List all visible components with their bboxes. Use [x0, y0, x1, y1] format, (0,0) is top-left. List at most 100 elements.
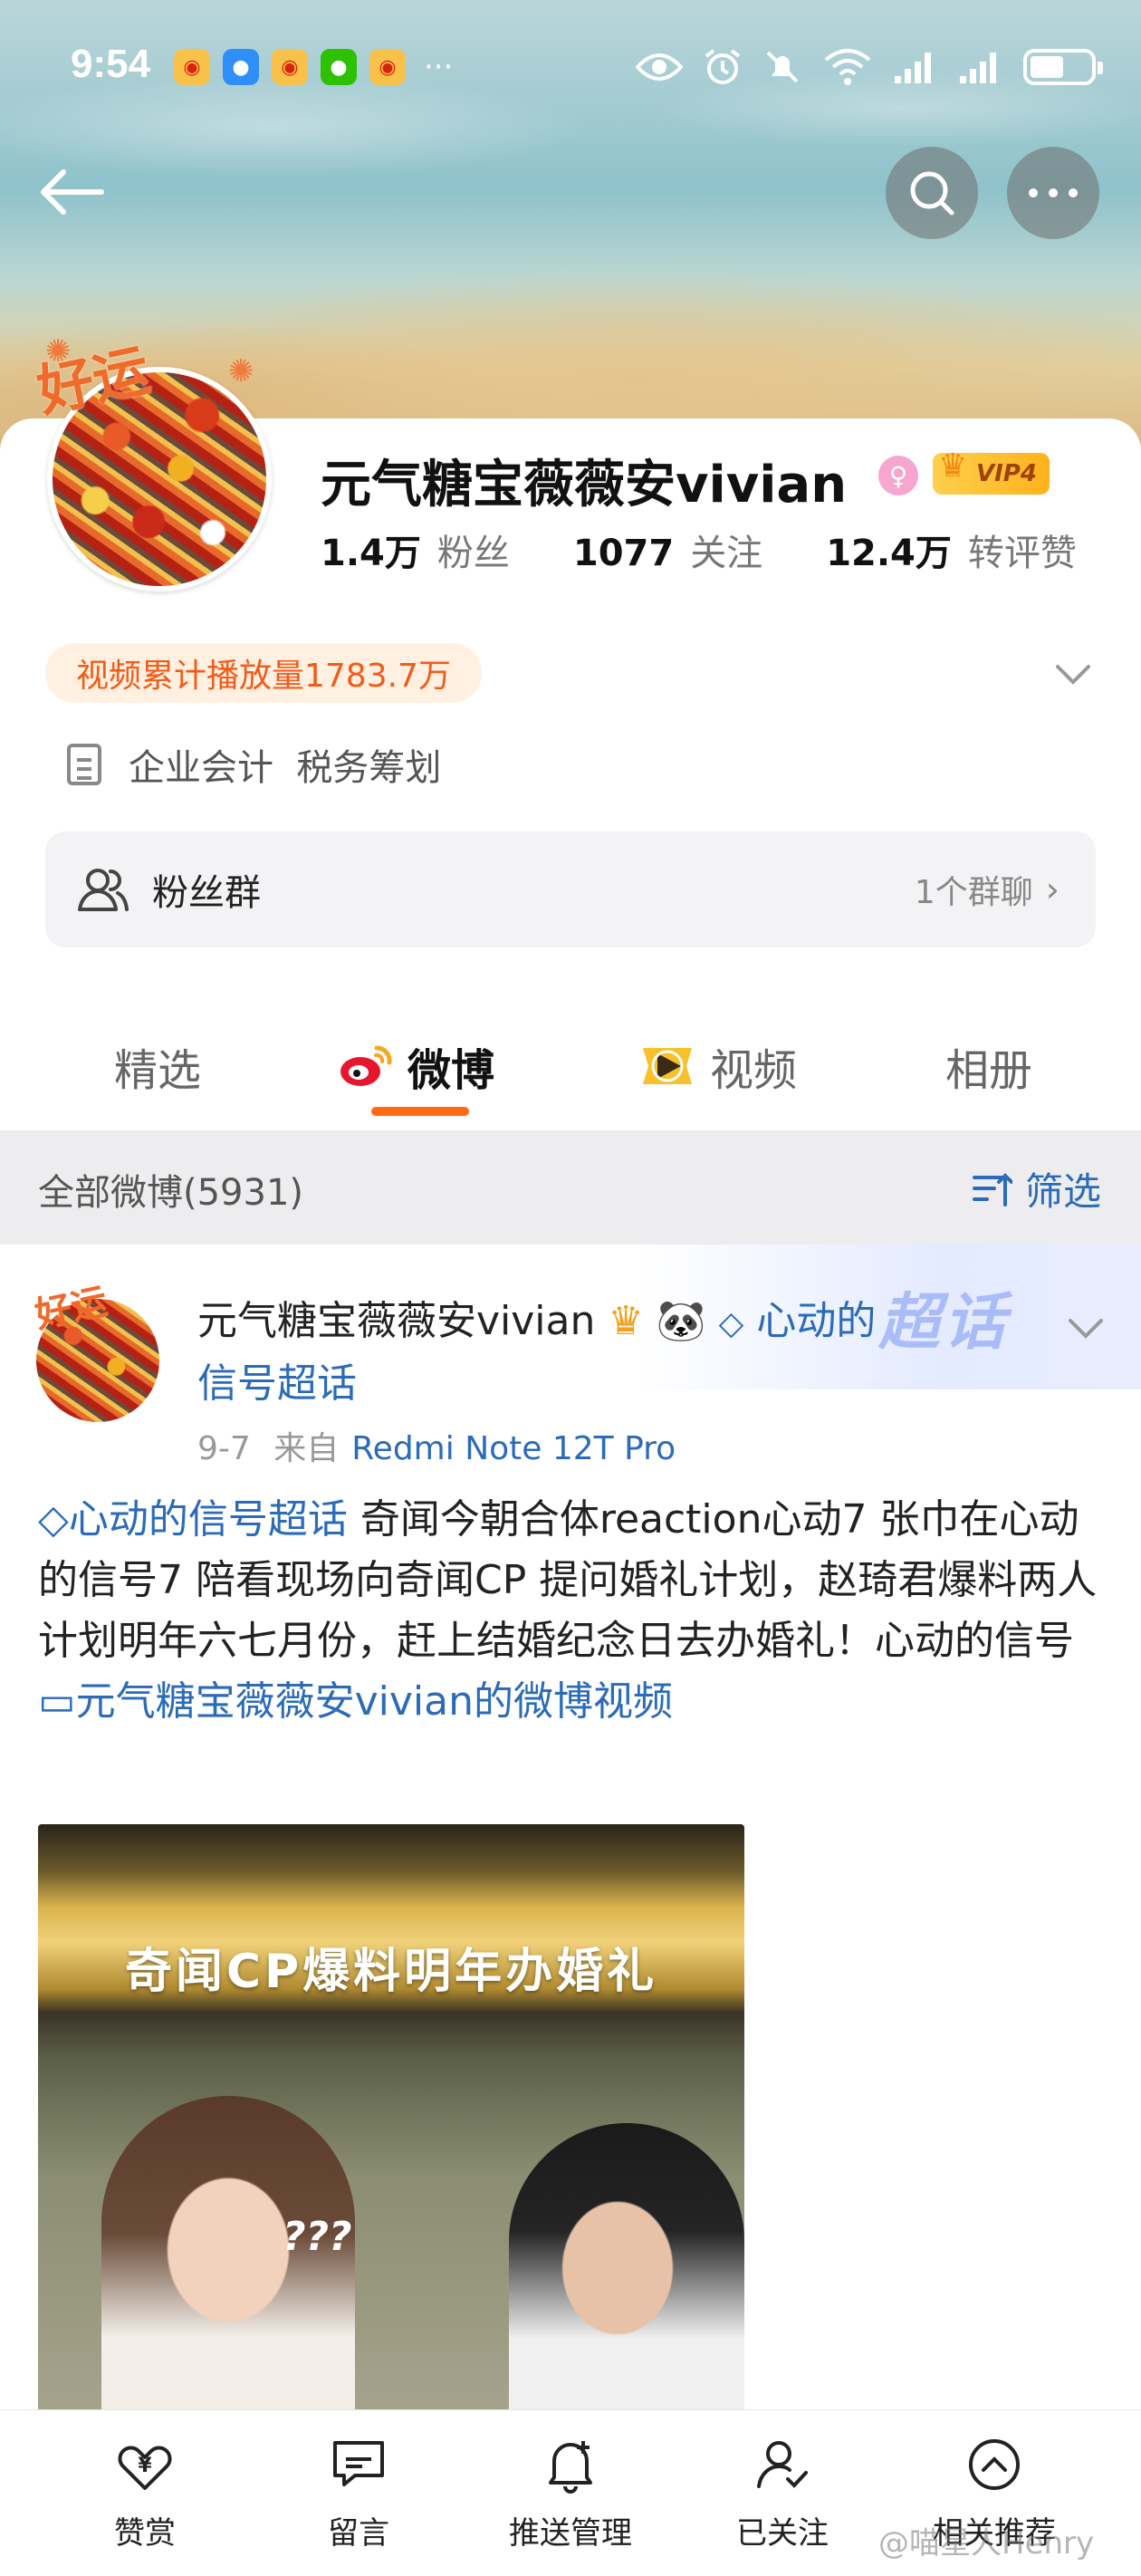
stat-interactions[interactable]: 12.4万 转评赞 — [826, 524, 1077, 576]
status-time: 9:54 — [71, 42, 151, 86]
wechat-notification-icon: ● — [321, 49, 357, 85]
stat-value: 12.4万 — [826, 533, 952, 574]
female-icon: ♀ — [878, 456, 918, 495]
more-notifications-icon: ··· — [424, 49, 454, 85]
all-posts-count: 全部微博(5931) — [38, 1172, 304, 1214]
group-icon — [78, 869, 129, 911]
profile-name: 元气糖宝薇薇安vivian — [321, 456, 848, 514]
weibo-logo-icon — [340, 1045, 392, 1086]
fan-group-count: 1个群聊 › — [915, 866, 1060, 913]
vip-badge[interactable]: ♛ VIP4 — [933, 447, 1050, 495]
stat-value: 1.4万 — [321, 533, 421, 574]
post-author-line: 元气糖宝薇薇安vivian ♛ 🐼 ◇ 心动的 信号超话 — [197, 1292, 994, 1414]
status-bar: 9:54 ◉ ● ◉ ● ◉ ··· — [0, 36, 1141, 109]
business-info: 企业会计 税务筹划 — [67, 738, 441, 791]
post-video-thumbnail[interactable]: 奇闻CP爆料明年办婚礼 ??? — [38, 1824, 744, 2413]
chevron-down-icon — [1069, 1319, 1103, 1339]
video-plays-pill[interactable]: 视频累计播放量1783.7万 — [45, 643, 482, 703]
vip-level: VIP4 — [976, 460, 1037, 487]
stat-label: 关注 — [690, 533, 763, 574]
post-source[interactable]: Redmi Note 12T Pro — [351, 1430, 676, 1467]
reward-label: 赞赏 — [114, 2515, 176, 2552]
comment-label: 留言 — [328, 2515, 389, 2552]
filter-icon — [972, 1172, 1012, 1206]
post-topic-link-2[interactable]: 信号超话 — [197, 1360, 357, 1407]
message-icon — [333, 2441, 384, 2486]
tab-label: 相册 — [945, 1045, 1033, 1096]
more-icon — [1029, 188, 1078, 197]
user-check-icon — [757, 2441, 808, 2488]
tab-album[interactable]: 相册 — [945, 1034, 1032, 1098]
business-text: 企业会计 税务筹划 — [129, 747, 442, 789]
following-button[interactable]: 已关注 — [692, 2436, 873, 2552]
fan-group-count-text: 1个群聊 — [914, 874, 1033, 911]
bell-plus-icon — [549, 2441, 592, 2494]
video-question-marks: ??? — [283, 2214, 352, 2260]
signal-icon — [960, 53, 996, 83]
fan-group-row[interactable]: 粉丝群 1个群聊 › — [45, 831, 1096, 947]
watermark: @喵星人Henry — [878, 2525, 1095, 2562]
post-menu-button[interactable] — [1065, 1308, 1107, 1350]
document-icon — [67, 744, 101, 785]
svg-text:¥: ¥ — [138, 2455, 152, 2477]
alarm-icon — [705, 49, 741, 84]
battery-icon — [1023, 49, 1103, 85]
posts-section-bar: 全部微博(5931) 筛选 — [0, 1130, 1141, 1245]
notification-icons: ◉ ● ◉ ● ◉ ··· — [174, 49, 453, 85]
more-button[interactable] — [1007, 147, 1099, 239]
back-button[interactable] — [36, 165, 109, 219]
stat-value: 1077 — [572, 533, 675, 574]
tab-featured[interactable]: 精选 — [114, 1034, 201, 1098]
panda-icon: 🐼 — [656, 1298, 706, 1344]
fan-group-label: 粉丝群 — [152, 872, 261, 914]
tab-video[interactable]: 视频 — [638, 1034, 797, 1098]
weibo-profile-page: 9:54 ◉ ● ◉ ● ◉ ··· 好运 ✺ ✺ 元气糖宝薇薇安vivian … — [0, 0, 1141, 2576]
video-caption: 奇闻CP爆料明年办婚礼 — [124, 1945, 658, 1999]
body-video-link[interactable]: 元气糖宝薇薇安vivian的微博视频 — [76, 1678, 673, 1725]
mute-icon — [766, 51, 799, 83]
profile-stats: 1.4万 粉丝 1077 关注 12.4万 转评赞 — [321, 524, 1140, 576]
back-arrow-icon — [41, 169, 104, 215]
expand-profile-button[interactable] — [1050, 652, 1096, 697]
search-button[interactable] — [886, 147, 978, 239]
tab-label: 精选 — [114, 1045, 202, 1096]
weibo-notification-icon: ◉ — [174, 49, 210, 85]
tab-label: 视频 — [710, 1045, 798, 1096]
filter-button[interactable]: 筛选 — [971, 1161, 1101, 1216]
eye-icon — [636, 53, 683, 81]
diamond-icon: ◇ — [38, 1496, 69, 1543]
weibo-post: 超话 好运 元气糖宝薇薇安vivian ♛ 🐼 ◇ 心动的 信号超话 9-7 来… — [0, 1245, 1141, 2413]
sparkle-icon: ✺ — [228, 353, 254, 389]
chevron-down-icon — [1056, 665, 1090, 685]
tab-label: 微博 — [408, 1045, 495, 1096]
post-body: ◇心动的信号超话 奇闻今朝合体reaction心动7 张巾在心动的信号7 陪看现… — [38, 1489, 1112, 1732]
following-label: 已关注 — [736, 2515, 829, 2552]
system-icons — [636, 47, 1103, 87]
active-tab-indicator — [371, 1107, 469, 1116]
weibo-notification-icon: ◉ — [369, 49, 406, 85]
crown-icon: ♛ — [938, 447, 968, 485]
post-topic-link[interactable]: 心动的 — [756, 1298, 876, 1344]
post-from-label: 来自 — [273, 1430, 340, 1467]
reward-icon: ¥ — [118, 2446, 172, 2490]
reward-button[interactable]: ¥ 赞赏 — [54, 2436, 235, 2552]
search-icon — [910, 171, 954, 216]
tab-weibo[interactable]: 微博 — [337, 1034, 494, 1098]
post-meta: 9-7 来自 Redmi Note 12T Pro — [197, 1422, 676, 1469]
stat-label: 转评赞 — [967, 533, 1077, 574]
comment-button[interactable]: 留言 — [268, 2436, 449, 2552]
video-badge-icon — [643, 1048, 692, 1084]
message-notification-icon: ● — [223, 49, 259, 85]
stat-following[interactable]: 1077 关注 — [573, 524, 762, 576]
stat-followers[interactable]: 1.4万 粉丝 — [321, 524, 510, 576]
video-camera-icon: ▭ — [38, 1678, 76, 1725]
crown-icon: ♛ — [608, 1298, 644, 1344]
push-settings-button[interactable]: 推送管理 — [480, 2436, 661, 2552]
signal-icon — [895, 53, 931, 83]
filter-label: 筛选 — [1024, 1169, 1101, 1214]
wifi-icon — [824, 49, 871, 85]
post-date: 9-7 — [197, 1430, 251, 1467]
post-author-name[interactable]: 元气糖宝薇薇安vivian — [197, 1298, 595, 1344]
body-topic-link[interactable]: 心动的信号超话 — [69, 1496, 348, 1543]
sparkle-icon: ✺ — [45, 333, 72, 370]
